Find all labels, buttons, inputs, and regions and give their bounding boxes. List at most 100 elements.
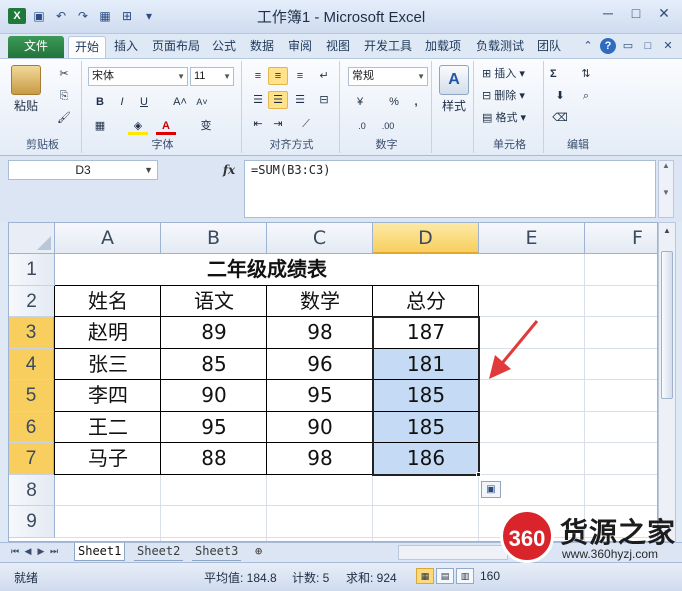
name-box[interactable]: D3 ▼: [8, 160, 158, 180]
percent-button[interactable]: %: [384, 93, 404, 111]
column-header-c[interactable]: C: [267, 223, 373, 254]
column-header-b[interactable]: B: [161, 223, 267, 254]
insert-cells-button[interactable]: ⊞ 插入 ▾: [482, 65, 525, 83]
comma-button[interactable]: ,: [406, 93, 426, 111]
column-header-d[interactable]: D: [373, 223, 479, 254]
table-cell[interactable]: 98: [267, 443, 373, 475]
tab-addins[interactable]: 加载项: [420, 36, 466, 58]
sheet-tab-sheet2[interactable]: Sheet2: [134, 543, 184, 561]
align-center-icon[interactable]: ☰: [268, 91, 288, 109]
table-cell[interactable]: 187: [373, 317, 479, 349]
align-bottom-icon[interactable]: ≡: [290, 67, 310, 85]
table-cell[interactable]: 张三: [55, 349, 161, 381]
select-all-button[interactable]: [9, 223, 55, 254]
tab-data[interactable]: 数据: [244, 36, 280, 58]
column-label-name[interactable]: 姓名: [55, 286, 161, 318]
align-top-icon[interactable]: ≡: [248, 67, 268, 85]
currency-icon[interactable]: ¥: [350, 93, 370, 111]
column-label-math[interactable]: 数学: [267, 286, 373, 318]
column-label-chinese[interactable]: 语文: [161, 286, 267, 318]
close-button[interactable]: ✕: [650, 2, 678, 24]
clear-icon[interactable]: ⌫: [550, 109, 570, 127]
minimize-button[interactable]: ─: [594, 2, 622, 24]
paste-button[interactable]: 粘贴: [8, 65, 44, 114]
row-header-5[interactable]: 5: [9, 380, 55, 412]
maximize-button[interactable]: □: [622, 2, 650, 24]
align-middle-icon[interactable]: ≡: [268, 67, 288, 85]
increase-indent-icon[interactable]: ⇥: [268, 115, 288, 133]
tab-formulas[interactable]: 公式: [206, 36, 242, 58]
table-cell[interactable]: 98: [267, 317, 373, 349]
formula-input[interactable]: =SUM(B3:C3): [244, 160, 656, 218]
cut-icon[interactable]: ✂: [54, 65, 74, 83]
sort-filter-icon[interactable]: ⇅: [576, 65, 596, 83]
collapse-ribbon-icon[interactable]: ⌃: [580, 38, 596, 54]
orientation-icon[interactable]: ⟋: [296, 115, 316, 133]
worksheet-grid[interactable]: A B C D E F 1 2 3 4 5 6 7 8 9 二年级成绩表 姓名 语文 数学 总分 赵明 89 98 187 张三…: [8, 222, 658, 542]
page-break-view-icon[interactable]: ▥: [456, 568, 474, 584]
align-right-icon[interactable]: ☰: [290, 91, 310, 109]
next-sheet-icon[interactable]: ▶: [36, 546, 46, 557]
format-painter-icon[interactable]: 🖌: [54, 109, 74, 127]
page-layout-view-icon[interactable]: ▤: [436, 568, 454, 584]
insert-function-button[interactable]: fx: [218, 160, 240, 180]
vertical-scrollbar[interactable]: ▲ ▼: [658, 222, 676, 542]
first-sheet-icon[interactable]: ⏮: [10, 546, 20, 557]
table-cell[interactable]: 89: [161, 317, 267, 349]
italic-button[interactable]: I: [112, 93, 132, 111]
scroll-up-icon[interactable]: ▲: [659, 223, 675, 239]
table-cell[interactable]: 王二: [55, 412, 161, 444]
format-cells-button[interactable]: ▤ 格式 ▾: [482, 109, 526, 127]
column-label-total[interactable]: 总分: [373, 286, 479, 318]
fill-color-icon[interactable]: ◈: [128, 117, 148, 135]
row-header-6[interactable]: 6: [9, 411, 55, 443]
restore-icon[interactable]: ▭: [620, 38, 636, 54]
bold-button[interactable]: B: [90, 93, 110, 111]
last-sheet-icon[interactable]: ⏭: [49, 546, 59, 557]
row-header-9[interactable]: 9: [9, 506, 55, 538]
find-select-icon[interactable]: ⌕: [576, 87, 596, 105]
font-name-select[interactable]: 宋体 ▼: [88, 67, 188, 86]
column-header-a[interactable]: A: [55, 223, 161, 254]
align-left-icon[interactable]: ☰: [248, 91, 268, 109]
formula-bar-scroll[interactable]: ▲ ▼: [658, 160, 674, 218]
insert-sheet-icon[interactable]: ⊕: [252, 543, 265, 561]
font-size-select[interactable]: 11 ▼: [190, 67, 234, 86]
increase-decimal-icon[interactable]: .0: [352, 117, 372, 135]
tab-page-layout[interactable]: 页面布局: [146, 36, 206, 58]
table-cell[interactable]: 181: [373, 349, 479, 381]
borders-icon[interactable]: ▦: [90, 117, 110, 135]
tab-insert[interactable]: 插入: [108, 36, 144, 58]
sheet-tab-sheet1[interactable]: Sheet1: [74, 543, 126, 561]
table-cell[interactable]: 90: [267, 412, 373, 444]
delete-cells-button[interactable]: ⊟ 删除 ▾: [482, 87, 525, 105]
row-header-8[interactable]: 8: [9, 474, 55, 506]
autosum-button[interactable]: Σ: [550, 65, 557, 83]
table-cell[interactable]: 186: [373, 443, 479, 475]
table-cell[interactable]: 李四: [55, 380, 161, 412]
table-cell[interactable]: 96: [267, 349, 373, 381]
column-header-e[interactable]: E: [479, 223, 585, 254]
scroll-thumb[interactable]: [661, 251, 673, 399]
copy-icon[interactable]: ⎘: [54, 87, 74, 105]
table-cell[interactable]: 185: [373, 380, 479, 412]
tab-review[interactable]: 审阅: [282, 36, 318, 58]
table-cell[interactable]: 88: [161, 443, 267, 475]
column-header-f[interactable]: F: [585, 223, 657, 254]
table-cell[interactable]: 赵明: [55, 317, 161, 349]
row-header-3[interactable]: 3: [9, 317, 55, 349]
wrap-text-icon[interactable]: ↵: [314, 67, 334, 85]
shrink-font-button[interactable]: A˅: [192, 93, 212, 111]
prev-sheet-icon[interactable]: ◀: [23, 546, 33, 557]
fill-icon[interactable]: ⬇: [550, 87, 570, 105]
fill-handle[interactable]: [476, 471, 481, 477]
grow-font-button[interactable]: A˄: [170, 93, 190, 111]
table-cell[interactable]: 95: [161, 412, 267, 444]
row-header-4[interactable]: 4: [9, 348, 55, 380]
table-cell[interactable]: 185: [373, 412, 479, 444]
horizontal-scrollbar[interactable]: [398, 545, 508, 560]
row-header-1[interactable]: 1: [9, 254, 55, 286]
table-cell[interactable]: 95: [267, 380, 373, 412]
help-icon[interactable]: ?: [600, 38, 616, 54]
normal-view-icon[interactable]: ▦: [416, 568, 434, 584]
